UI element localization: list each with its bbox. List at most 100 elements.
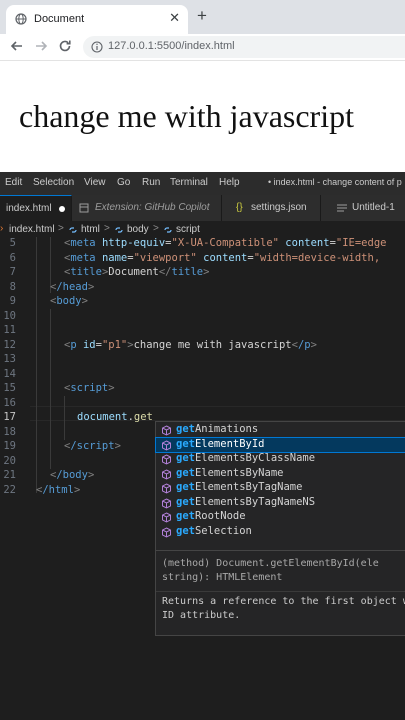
suggestion-item[interactable]: getSelection xyxy=(156,525,405,540)
breadcrumb-separator: > xyxy=(153,223,159,234)
tab-index-html[interactable]: index.html xyxy=(0,195,72,221)
code-line: </html> xyxy=(36,483,81,496)
back-arrow-icon[interactable] xyxy=(9,38,25,54)
preview-icon xyxy=(79,203,89,213)
method-cube-icon xyxy=(162,483,171,494)
json-icon: {} xyxy=(236,202,243,213)
method-cube-icon xyxy=(162,497,171,509)
menu-view[interactable]: View xyxy=(84,177,106,188)
menu-terminal[interactable]: Terminal xyxy=(170,177,208,188)
method-documentation: Returns a reference to the first object … xyxy=(162,596,405,621)
line-number: 13 xyxy=(3,353,16,365)
suggestion-widget: getAnimations getElementById getElements… xyxy=(155,421,405,551)
line-number: 18 xyxy=(3,425,16,438)
code-line: <meta name="viewport" content="width=dev… xyxy=(64,251,381,264)
new-tab-icon[interactable]: + xyxy=(197,7,207,25)
suggestion-item[interactable]: getElementsByTagName xyxy=(156,481,405,496)
element-icon xyxy=(69,227,77,233)
indent-guide xyxy=(50,309,51,469)
code-line: </body> xyxy=(50,469,95,481)
code-line: </script> xyxy=(64,440,121,452)
line-number: 11 xyxy=(3,324,16,336)
line-number: 19 xyxy=(3,440,16,452)
method-signature: (method) Document.getElementById(ele str… xyxy=(162,558,379,583)
method-cube-icon xyxy=(162,468,171,480)
unsaved-dot-icon[interactable] xyxy=(59,206,65,212)
line-number: 22 xyxy=(3,483,16,496)
line-number: 20 xyxy=(3,454,16,467)
method-cube-icon xyxy=(162,425,171,436)
tab-label: settings.json xyxy=(251,202,307,213)
method-cube-icon xyxy=(162,526,171,538)
menu-bar: Edit Selection View Go Run Terminal Help… xyxy=(0,172,405,195)
browser-tab-title: Document xyxy=(34,13,85,25)
suggestion-item-selected[interactable]: getElementById xyxy=(155,436,405,453)
code-editor[interactable]: 5 6 7 8 9 10 11 12 13 14 15 16 17 18 19 … xyxy=(0,237,405,720)
line-number: 10 xyxy=(3,309,16,322)
line-number: 6 xyxy=(9,251,16,264)
indent-guide xyxy=(64,396,65,440)
page-paragraph: change me with javascript xyxy=(19,98,354,134)
code-line: <meta http-equiv="X-UA-Compatible" conte… xyxy=(64,237,387,249)
menu-help[interactable]: Help xyxy=(219,177,240,188)
code-line: <script> xyxy=(64,382,115,394)
line-number: 14 xyxy=(3,367,16,380)
lines-icon xyxy=(337,204,347,212)
tab-label: Extension: GitHub Copilot xyxy=(95,202,210,213)
suggestion-item[interactable]: getElementsByTagNameNS xyxy=(156,496,405,511)
line-number: 16 xyxy=(3,396,16,409)
suggestion-details: (method) Document.getElementById(ele str… xyxy=(155,551,405,636)
indent-guide xyxy=(36,237,37,493)
breadcrumb-file[interactable]: index.html xyxy=(9,224,55,235)
line-number: 9 xyxy=(9,295,16,307)
tab-label: Untitled-1 xyxy=(352,202,395,213)
suggestion-item[interactable]: getRootNode xyxy=(156,510,405,525)
browser-toolbar: 127.0.0.1:5500/index.html xyxy=(0,34,405,60)
line-number: 7 xyxy=(9,266,16,278)
page-content: change me with javascript xyxy=(0,60,405,172)
html-file-icon: › xyxy=(0,223,4,234)
breadcrumb-html[interactable]: html xyxy=(81,224,100,235)
browser-window: Document ✕ + 127.0.0.1:5500/index.html c… xyxy=(0,0,405,172)
code-line-current: document.get xyxy=(77,411,153,423)
close-tab-icon[interactable]: ✕ xyxy=(169,10,180,26)
suggestion-item[interactable]: getElementsByName xyxy=(156,467,405,482)
reload-icon[interactable] xyxy=(57,38,73,54)
breadcrumb-body[interactable]: body xyxy=(127,224,149,235)
browser-tabstrip: Document ✕ + xyxy=(0,0,405,34)
menu-run[interactable]: Run xyxy=(142,177,160,188)
line-number: 5 xyxy=(9,237,16,249)
tab-untitled-1[interactable]: Untitled-1 xyxy=(321,195,405,221)
browser-tab[interactable]: Document ✕ xyxy=(6,5,188,34)
info-icon[interactable] xyxy=(91,41,103,53)
line-number: 8 xyxy=(9,280,16,293)
breadcrumb-script[interactable]: script xyxy=(176,224,200,235)
method-cube-icon xyxy=(162,512,171,523)
tab-settings-json[interactable]: {} settings.json xyxy=(222,195,321,221)
element-icon xyxy=(115,227,123,233)
line-number: 17 xyxy=(3,411,16,423)
address-bar[interactable]: 127.0.0.1:5500/index.html xyxy=(83,36,405,58)
code-line: <body> xyxy=(50,295,88,307)
menu-go[interactable]: Go xyxy=(117,177,130,188)
menu-selection[interactable]: Selection xyxy=(33,177,74,188)
window-title: • index.html - change content of p xyxy=(268,177,402,187)
code-line: <p id="p1">change me with javascript</p> xyxy=(64,338,317,351)
url-text: 127.0.0.1:5500/index.html xyxy=(108,40,235,52)
suggestion-item[interactable]: getAnimations xyxy=(156,423,405,438)
method-cube-icon xyxy=(162,454,171,465)
line-number: 21 xyxy=(3,469,16,481)
code-line: </head> xyxy=(50,280,95,293)
method-cube-icon xyxy=(162,439,171,451)
breadcrumb-separator: > xyxy=(58,223,64,234)
details-divider xyxy=(156,591,405,592)
code-line: <title>Document</title> xyxy=(64,266,210,278)
forward-arrow-icon[interactable] xyxy=(33,38,49,54)
element-icon xyxy=(164,227,172,233)
line-number: 15 xyxy=(3,382,16,394)
suggestion-item[interactable]: getElementsByClassName xyxy=(156,452,405,467)
tab-extension-copilot[interactable]: Extension: GitHub Copilot xyxy=(72,195,222,221)
globe-icon xyxy=(15,13,27,25)
vscode-window: Edit Selection View Go Run Terminal Help… xyxy=(0,172,405,720)
menu-edit[interactable]: Edit xyxy=(5,177,22,188)
